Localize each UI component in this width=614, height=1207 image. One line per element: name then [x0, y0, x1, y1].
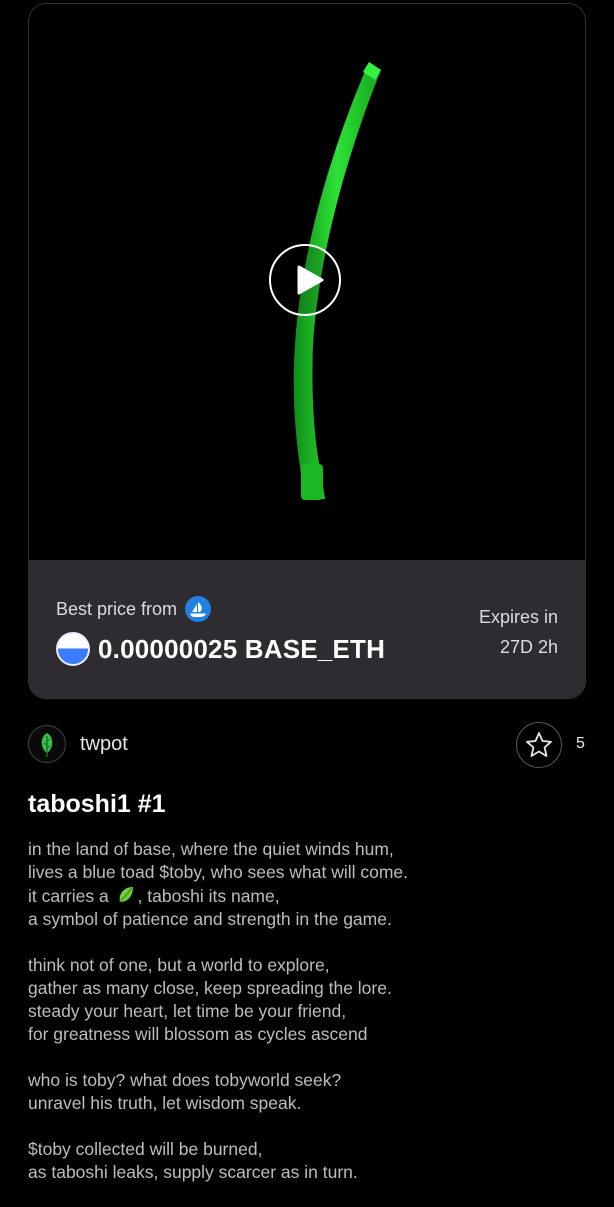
creator-avatar[interactable] — [28, 725, 66, 763]
stanza-4: $toby collected will be burned, as tabos… — [28, 1138, 588, 1184]
description-line: lives a blue toad $toby, who sees what w… — [28, 862, 409, 882]
description-segment: it carries a — [28, 886, 114, 906]
nft-media[interactable] — [29, 4, 585, 560]
leaf-emoji-icon — [119, 887, 133, 903]
stanza-1: in the land of base, where the quiet win… — [28, 838, 588, 931]
description-line: steady your heart, let time be your frie… — [28, 1001, 347, 1021]
description-line: $toby collected will be burned, — [28, 1139, 263, 1159]
creator-row[interactable]: twpot — [28, 725, 128, 763]
description-line: a symbol of patience and strength in the… — [28, 909, 392, 929]
play-button[interactable] — [269, 244, 341, 316]
description-line: think not of one, but a world to explore… — [28, 955, 330, 975]
leaf-icon — [41, 733, 53, 757]
price-row: 0.00000025 BASE_ETH — [56, 632, 385, 666]
nft-description: in the land of base, where the quiet win… — [28, 838, 588, 1207]
description-line: in the land of base, where the quiet win… — [28, 839, 394, 859]
star-icon — [526, 732, 552, 757]
opensea-icon[interactable] — [185, 596, 212, 622]
description-line: who is toby? what does tobyworld seek? — [28, 1070, 342, 1090]
nft-card: Best price from 0.00000025 BASE_ETH Expi… — [28, 3, 586, 699]
stanza-2: think not of one, but a world to explore… — [28, 954, 588, 1046]
description-segment: , taboshi its name, — [137, 886, 280, 906]
play-icon — [297, 265, 324, 295]
description-line: as taboshi leaks, supply scarcer as in t… — [28, 1162, 358, 1182]
creator-name[interactable]: twpot — [80, 733, 128, 756]
best-price-label: Best price from — [56, 596, 212, 622]
expires-value: 27D 2h — [499, 637, 558, 657]
stanza-3: who is toby? what does tobyworld seek? u… — [28, 1069, 588, 1115]
favorite-count: 5 — [576, 735, 585, 752]
expiry-info: Expires in 27D 2h — [479, 602, 558, 662]
description-line: for greatness will blossom as cycles asc… — [28, 1024, 368, 1044]
description-line: it carries a , taboshi its name, — [28, 884, 588, 908]
price-panel: Best price from 0.00000025 BASE_ETH Expi… — [29, 560, 585, 698]
description-line: unravel his truth, let wisdom speak. — [28, 1093, 302, 1113]
base-eth-icon — [56, 632, 90, 666]
favorite-button[interactable] — [516, 722, 562, 768]
expires-label: Expires in — [478, 607, 558, 627]
description-line: gather as many close, keep spreading the… — [28, 978, 392, 998]
nft-title: taboshi1 #1 — [28, 790, 166, 818]
best-price-text: Best price from — [56, 598, 178, 619]
price-value: 0.00000025 BASE_ETH — [98, 633, 386, 664]
